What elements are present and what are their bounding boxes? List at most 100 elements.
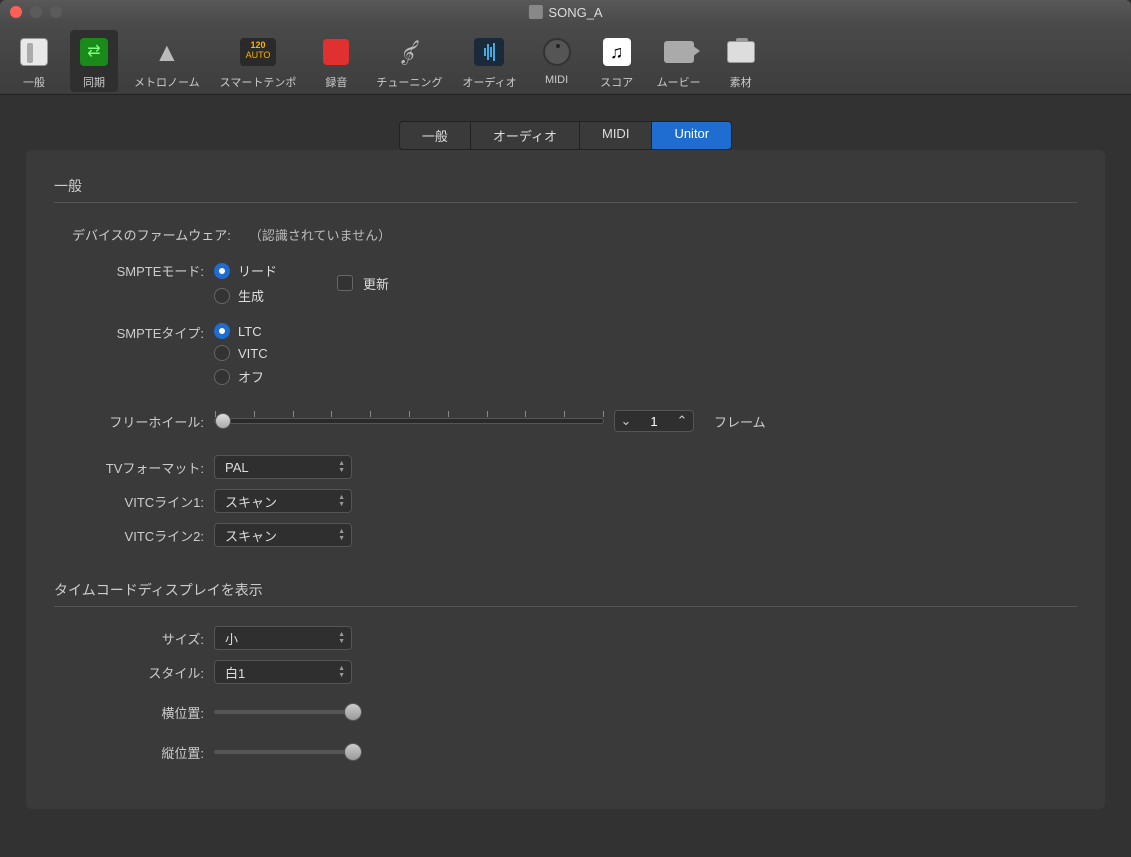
toolbar-smart-tempo[interactable]: 120AUTO スマートテンポ (216, 30, 301, 92)
toolbar-midi[interactable]: MIDI (533, 30, 581, 92)
hpos-slider[interactable] (214, 710, 354, 714)
vitc1-value: スキャン (225, 492, 277, 511)
settings-panel: 一般 デバイスのファームウェア: （認識されていません） SMPTEモード: リ… (26, 150, 1105, 809)
update-label[interactable]: 更新 (363, 274, 389, 293)
chevron-updown-icon: ▲▼ (338, 529, 345, 542)
tv-format-value: PAL (225, 460, 249, 475)
toolbar-label: 録音 (325, 74, 347, 90)
freewheel-label: フリーホイール: (54, 412, 214, 431)
firmware-label: デバイスのファームウェア: (54, 225, 241, 244)
tab-オーディオ[interactable]: オーディオ (471, 121, 580, 150)
freewheel-slider[interactable] (214, 418, 604, 424)
toolbar-label: ムービー (657, 74, 701, 90)
audio-icon (469, 32, 509, 72)
update-checkbox[interactable] (337, 275, 353, 291)
toolbar-label: チューニング (376, 74, 442, 90)
toolbar-label: オーディオ (462, 74, 516, 90)
toolbar: 一般 ⇄ 同期 ▲ メトロノーム 120AUTO スマートテンポ 録音 𝄞 チューニング オーディオ… (0, 24, 1131, 95)
toolbar-general[interactable]: 一般 (10, 30, 58, 92)
toolbar-movie[interactable]: ムービー (653, 30, 705, 92)
toolbar-label: スマートテンポ (220, 74, 297, 90)
divider (54, 606, 1077, 607)
toolbar-metronome[interactable]: ▲ メトロノーム (130, 30, 204, 92)
size-select[interactable]: 小 ▲▼ (214, 626, 352, 650)
assets-icon (721, 32, 761, 72)
vpos-label: 縦位置: (54, 743, 214, 762)
section-general-title: 一般 (54, 176, 1077, 196)
midi-icon (537, 32, 577, 72)
vitc1-label: VITCライン1: (54, 492, 214, 511)
smpte-type-label-2[interactable]: オフ (238, 367, 264, 386)
toolbar-sync[interactable]: ⇄ 同期 (70, 30, 118, 92)
section-tcdisplay-title: タイムコードディスプレイを表示 (54, 580, 1077, 600)
divider (54, 202, 1077, 203)
tv-format-label: TVフォーマット: (54, 458, 214, 477)
record-icon (316, 32, 356, 72)
toolbar-audio[interactable]: オーディオ (458, 30, 520, 92)
chevron-updown-icon: ▲▼ (338, 461, 345, 474)
document-icon (528, 5, 542, 19)
size-value: 小 (225, 629, 238, 648)
titlebar: SONG_A (0, 0, 1131, 24)
freewheel-unit: フレーム (714, 412, 766, 431)
style-label: スタイル: (54, 663, 214, 682)
vpos-slider[interactable] (214, 750, 354, 754)
general-icon (14, 32, 54, 72)
smpte-mode-label-1[interactable]: 生成 (238, 286, 264, 305)
toolbar-label: MIDI (545, 74, 568, 86)
smpte-mode-radio-1[interactable] (214, 288, 230, 304)
movie-icon (659, 32, 699, 72)
smpte-type-label: SMPTEタイプ: (54, 323, 214, 342)
smpte-mode-label: SMPTEモード: (54, 261, 214, 280)
smpte-mode-radio-0[interactable] (214, 263, 230, 279)
stepper-up-icon[interactable]: ⌃ (671, 411, 693, 431)
freewheel-value: 1 (637, 414, 671, 429)
window-title: SONG_A (548, 5, 602, 20)
chevron-updown-icon: ▲▼ (338, 495, 345, 508)
toolbar-record[interactable]: 録音 (312, 30, 360, 92)
vitc2-select[interactable]: スキャン ▲▼ (214, 523, 352, 547)
smpte-type-label-1[interactable]: VITC (238, 346, 268, 361)
toolbar-score[interactable]: ♫スコア (593, 30, 641, 92)
firmware-value: （認識されていません） (241, 225, 391, 244)
toolbar-assets[interactable]: 素材 (717, 30, 765, 92)
smpte-mode-label-0[interactable]: リード (238, 261, 277, 280)
tab-一般[interactable]: 一般 (399, 121, 471, 150)
chevron-updown-icon: ▲▼ (338, 666, 345, 679)
close-icon[interactable] (10, 6, 22, 18)
smart-tempo-icon: 120AUTO (238, 32, 278, 72)
score-icon: ♫ (597, 32, 637, 72)
size-label: サイズ: (54, 629, 214, 648)
tv-format-select[interactable]: PAL ▲▼ (214, 455, 352, 479)
zoom-icon[interactable] (50, 6, 62, 18)
tuning-icon: 𝄞 (389, 32, 429, 72)
vitc2-value: スキャン (225, 526, 277, 545)
style-select[interactable]: 白1 ▲▼ (214, 660, 352, 684)
tab-MIDI[interactable]: MIDI (580, 121, 652, 150)
vitc2-label: VITCライン2: (54, 526, 214, 545)
tab-Unitor[interactable]: Unitor (652, 121, 732, 150)
style-value: 白1 (225, 663, 245, 682)
metronome-icon: ▲ (147, 32, 187, 72)
slider-thumb[interactable] (344, 743, 362, 761)
smpte-type-label-0[interactable]: LTC (238, 324, 262, 339)
smpte-type-radio-2[interactable] (214, 369, 230, 385)
smpte-type-radio-0[interactable] (214, 323, 230, 339)
toolbar-tuning[interactable]: 𝄞 チューニング (372, 30, 446, 92)
toolbar-label: 同期 (83, 74, 105, 90)
vitc1-select[interactable]: スキャン ▲▼ (214, 489, 352, 513)
hpos-label: 横位置: (54, 703, 214, 722)
chevron-updown-icon: ▲▼ (338, 632, 345, 645)
toolbar-label: メトロノーム (134, 74, 200, 90)
toolbar-label: 素材 (730, 74, 752, 90)
window-controls (0, 6, 62, 18)
slider-thumb[interactable] (215, 413, 231, 429)
minimize-icon[interactable] (30, 6, 42, 18)
freewheel-stepper[interactable]: ⌄ 1 ⌃ (614, 410, 694, 432)
slider-thumb[interactable] (344, 703, 362, 721)
sync-icon: ⇄ (74, 32, 114, 72)
stepper-down-icon[interactable]: ⌄ (615, 411, 637, 431)
tab-bar: 一般オーディオMIDIUnitor (0, 121, 1131, 150)
smpte-type-radio-1[interactable] (214, 345, 230, 361)
toolbar-label: 一般 (23, 74, 45, 90)
